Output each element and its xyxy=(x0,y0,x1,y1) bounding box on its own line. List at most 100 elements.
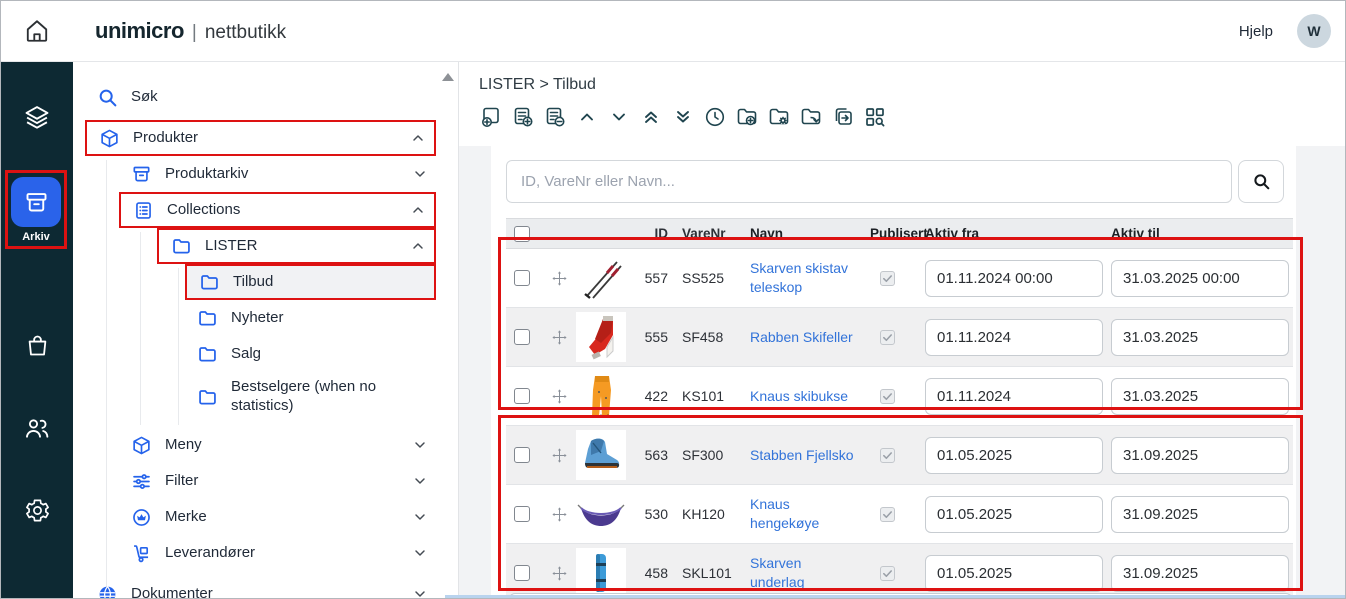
aktiv-til-input[interactable] xyxy=(1111,319,1289,356)
product-id: 555 xyxy=(636,329,674,345)
product-link[interactable]: Skarven underlag xyxy=(750,555,805,590)
drag-handle-icon[interactable] xyxy=(542,506,576,523)
product-id: 563 xyxy=(636,447,674,463)
product-image-ski-pants[interactable] xyxy=(576,371,626,421)
sidebar-item-meny[interactable]: Meny xyxy=(73,427,458,463)
aktiv-fra-input[interactable] xyxy=(925,555,1103,592)
sidebar-search[interactable]: Søk xyxy=(73,82,458,112)
drag-handle-icon[interactable] xyxy=(542,388,576,405)
aktiv-fra-input[interactable] xyxy=(925,319,1103,356)
aktiv-til-input[interactable] xyxy=(1111,437,1289,474)
rail-item-layers[interactable] xyxy=(1,103,73,131)
rail-item-shop[interactable] xyxy=(1,332,73,359)
sidebar-item-label: Produkter xyxy=(133,129,198,148)
drag-handle-icon[interactable] xyxy=(542,270,576,287)
user-avatar[interactable]: W xyxy=(1297,14,1331,48)
help-link[interactable]: Hjelp xyxy=(1239,23,1273,40)
row-checkbox[interactable] xyxy=(514,447,530,463)
publisert-checkbox[interactable] xyxy=(880,448,895,463)
folder-settings-icon[interactable] xyxy=(765,103,792,130)
aktiv-fra-input[interactable] xyxy=(925,378,1103,415)
home-icon[interactable] xyxy=(24,18,50,44)
sidebar-item-merke[interactable]: Merke xyxy=(73,499,458,535)
bottom-window-edge xyxy=(445,595,1345,598)
duplicate-export-icon[interactable] xyxy=(829,103,856,130)
row-checkbox[interactable] xyxy=(514,329,530,345)
product-link[interactable]: Knaus skibukse xyxy=(750,388,848,404)
brand-name: unimicro xyxy=(95,18,184,44)
row-checkbox[interactable] xyxy=(514,506,530,522)
publisert-checkbox[interactable] xyxy=(880,507,895,522)
product-varenr: SKL101 xyxy=(674,565,740,581)
product-varenr: KH120 xyxy=(674,506,740,522)
row-checkbox[interactable] xyxy=(514,270,530,286)
sidebar-scroll-up-arrow[interactable] xyxy=(442,73,454,81)
add-item-icon[interactable] xyxy=(477,103,504,130)
double-chevron-down-icon[interactable] xyxy=(669,103,696,130)
list-add-icon[interactable] xyxy=(509,103,536,130)
product-image-hammock[interactable] xyxy=(576,489,626,539)
chevron-down-icon xyxy=(412,545,428,561)
folder-icon xyxy=(199,272,220,293)
sidebar-item-nyheter[interactable]: Nyheter xyxy=(73,300,458,336)
sidebar-item-tilbud[interactable]: Tilbud xyxy=(185,264,436,300)
sidebar-item-leverandorer[interactable]: Leverandører xyxy=(73,535,458,571)
drag-handle-icon[interactable] xyxy=(542,565,576,582)
drag-handle-icon[interactable] xyxy=(542,329,576,346)
aktiv-til-input[interactable] xyxy=(1111,378,1289,415)
col-header-navn: Navn xyxy=(740,226,870,241)
sidebar-item-bestselgere[interactable]: Bestselgere (when no statistics) xyxy=(73,372,458,422)
grid-search-icon[interactable] xyxy=(861,103,888,130)
rail-item-arkiv[interactable] xyxy=(11,177,61,227)
aktiv-fra-input[interactable] xyxy=(925,260,1103,297)
clock-icon[interactable] xyxy=(701,103,728,130)
row-checkbox[interactable] xyxy=(514,565,530,581)
product-image-ski-skins[interactable] xyxy=(576,312,626,362)
product-link[interactable]: Stabben Fjellsko xyxy=(750,447,854,463)
sidebar-item-dokumenter[interactable]: Dokumenter xyxy=(73,576,458,598)
product-image-hiking-boot[interactable] xyxy=(576,430,626,480)
globe-icon xyxy=(97,584,118,599)
folder-add-icon[interactable] xyxy=(733,103,760,130)
list-remove-icon[interactable] xyxy=(541,103,568,130)
product-search-input[interactable] xyxy=(506,160,1232,203)
product-link[interactable]: Rabben Skifeller xyxy=(750,329,853,345)
rail-item-arkiv-label: Arkiv xyxy=(22,231,50,243)
double-chevron-up-icon[interactable] xyxy=(637,103,664,130)
table-row: 422 KS101 Knaus skibukse xyxy=(506,367,1293,426)
sidebar-item-produktarkiv[interactable]: Produktarkiv xyxy=(73,156,458,192)
product-image-sleeping-pad[interactable] xyxy=(576,548,626,598)
sidebar-item-collections[interactable]: Collections xyxy=(119,192,436,228)
aktiv-fra-input[interactable] xyxy=(925,437,1103,474)
search-button[interactable] xyxy=(1238,160,1284,203)
product-image-ski-poles[interactable] xyxy=(576,253,626,303)
publisert-checkbox[interactable] xyxy=(880,389,895,404)
drag-handle-icon[interactable] xyxy=(542,447,576,464)
product-id: 422 xyxy=(636,388,674,404)
aktiv-til-input[interactable] xyxy=(1111,260,1289,297)
hand-truck-icon xyxy=(131,543,152,564)
sidebar-item-salg[interactable]: Salg xyxy=(73,336,458,372)
product-link[interactable]: Knaus hengekøye xyxy=(750,496,819,531)
aktiv-til-input[interactable] xyxy=(1111,496,1289,533)
folder-move-icon[interactable] xyxy=(797,103,824,130)
select-all-checkbox[interactable] xyxy=(514,226,530,242)
table-header-row: ID VareNr Navn Publisert Aktiv fra Aktiv… xyxy=(506,218,1293,249)
settings-gear-icon xyxy=(24,497,51,524)
aktiv-til-input[interactable] xyxy=(1111,555,1289,592)
table-row: 555 SF458 Rabben Skifeller xyxy=(506,308,1293,367)
sidebar-item-filter[interactable]: Filter xyxy=(73,463,458,499)
product-link[interactable]: Skarven skistav teleskop xyxy=(750,260,848,295)
rail-item-settings[interactable] xyxy=(1,497,73,524)
sidebar-item-lister[interactable]: LISTER xyxy=(157,228,436,264)
aktiv-fra-input[interactable] xyxy=(925,496,1103,533)
archive-icon xyxy=(23,189,50,216)
row-checkbox[interactable] xyxy=(514,388,530,404)
publisert-checkbox[interactable] xyxy=(880,271,895,286)
rail-item-customers[interactable] xyxy=(1,414,73,442)
publisert-checkbox[interactable] xyxy=(880,566,895,581)
chevron-down-icon[interactable] xyxy=(605,103,632,130)
chevron-up-icon[interactable] xyxy=(573,103,600,130)
sidebar-item-produkter[interactable]: Produkter xyxy=(85,120,436,156)
publisert-checkbox[interactable] xyxy=(880,330,895,345)
